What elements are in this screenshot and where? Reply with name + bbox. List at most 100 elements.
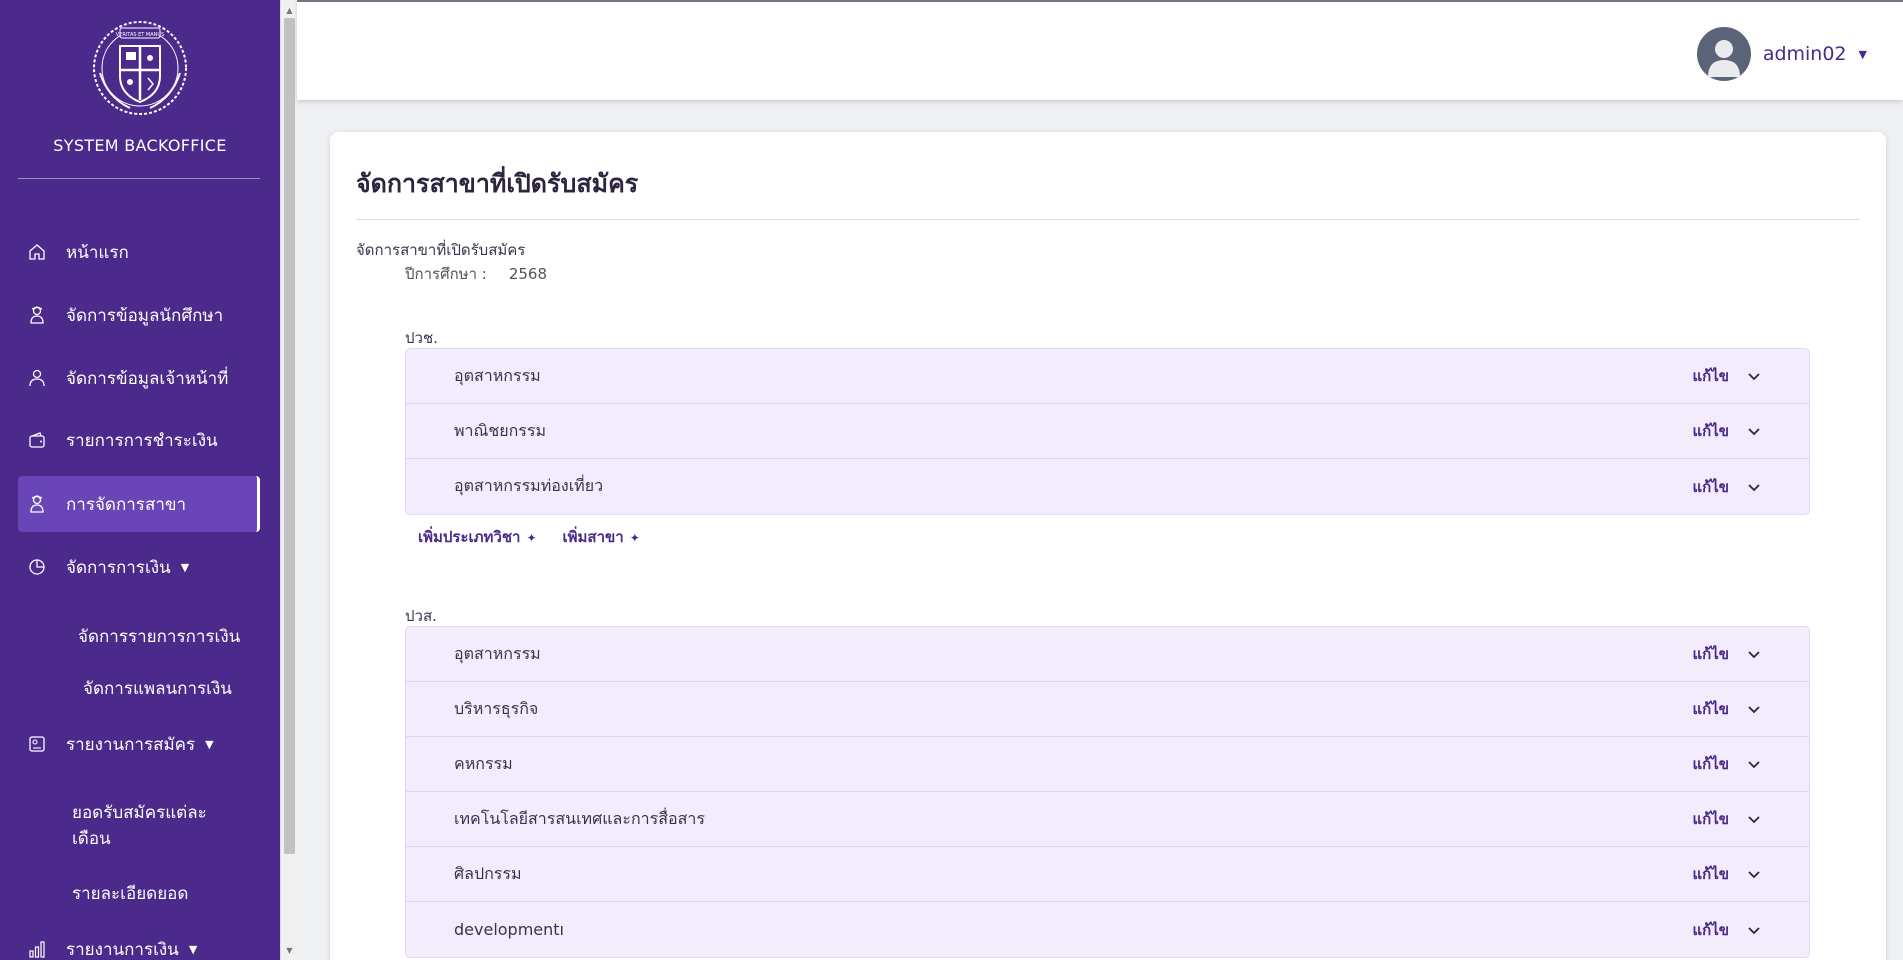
sidebar-item-label: จัดการการเงิน [66,557,171,578]
chevron-down-icon[interactable] [1747,647,1761,661]
edit-button[interactable]: แก้ไข [1692,807,1729,831]
chevron-down-icon[interactable] [1747,867,1761,881]
sidebar-subitem-monthly-applications[interactable]: ยอดรับสมัครแต่ละเดือน [72,800,232,852]
student-icon [26,304,48,326]
brand-name: SYSTEM BACKOFFICE [53,136,227,155]
sidebar-scrollbar[interactable]: ▲ ▼ [280,0,297,960]
academic-year: ปีการศึกษา : 2568 [405,262,547,286]
section-label: จัดการสาขาที่เปิดรับสมัคร [356,241,526,259]
add-branch-label: เพิ่มสาขา [562,528,624,546]
sidebar-item-branches[interactable]: การจัดการสาขา [18,476,260,532]
sidebar-item-label: รายงานการเงิน [66,939,179,960]
program-group: อุตสาหกรรม แก้ไข บริหารธุรกิจ แก้ไข คหกร… [405,626,1810,958]
program-name: บริหารธุรกิจ [454,698,539,718]
program-name: อุตสาหกรรม [454,643,541,663]
sidebar-item-finance[interactable]: จัดการการเงิน ▼ [18,541,260,593]
program-name: ศิลปกรรม [454,863,522,883]
page-title: จัดการสาขาที่เปิดรับสมัคร [356,169,639,198]
list-item[interactable]: บริหารธุรกิจ แก้ไข [406,682,1809,737]
academic-year-value: 2568 [508,265,548,283]
program-name: developmentı [454,920,564,939]
sidebar-subitem-details[interactable]: รายละเอียดยอด [72,880,188,907]
edit-button[interactable]: แก้ไข [1692,364,1729,388]
logo: VERITAS ET MANUS [0,18,280,118]
caret-down-icon: ▼ [188,942,198,956]
program-name: อุตสาหกรรม [454,365,541,385]
sidebar-item-label: หน้าแรก [66,242,129,263]
home-icon [26,241,48,263]
group-label: ปวส. [405,607,437,625]
edit-button[interactable]: แก้ไข [1692,752,1729,776]
topbar: admin02 ▼ [297,0,1903,100]
username[interactable]: admin02 [1763,43,1847,65]
list-item[interactable]: ศิลปกรรม แก้ไข [406,847,1809,902]
edit-button[interactable]: แก้ไข [1692,697,1729,721]
scroll-thumb[interactable] [284,18,295,854]
sidebar-item-staff[interactable]: จัดการข้อมูลเจ้าหน้าที่ [18,352,260,404]
divider [18,178,260,179]
chevron-down-icon[interactable] [1747,923,1761,937]
sidebar-item-label: รายงานการสมัคร [66,734,196,755]
edit-button[interactable]: แก้ไข [1692,918,1729,942]
sidebar-item-home[interactable]: หน้าแรก [18,226,260,278]
add-type-button[interactable]: เพิ่มประเภทวิชา ✦ [418,525,537,549]
chevron-down-icon[interactable] [1747,757,1761,771]
program-name: พาณิชยกรรม [454,420,547,440]
list-item[interactable]: developmentı แก้ไข [406,902,1809,957]
edit-button[interactable]: แก้ไข [1692,862,1729,886]
sidebar-item-label: จัดการข้อมูลเจ้าหน้าที่ [66,368,229,389]
sidebar-item-label: การจัดการสาขา [66,494,187,515]
crest-logo-icon: VERITAS ET MANUS [93,21,187,115]
add-links: เพิ่มประเภทวิชา ✦ เพิ่มสาขา ✦ [418,525,666,549]
sidebar-item-label: จัดการข้อมูลนักศึกษา [66,305,224,326]
chevron-down-icon[interactable] [1747,480,1761,494]
chevron-down-icon[interactable] [1747,369,1761,383]
content-card: จัดการสาขาที่เปิดรับสมัคร จัดการสาขาที่เ… [330,132,1886,960]
scroll-up-icon[interactable]: ▲ [281,2,298,18]
caret-down-icon[interactable]: ▼ [1859,48,1867,61]
sidebar-item-students[interactable]: จัดการข้อมูลนักศึกษา [18,289,260,341]
avatar[interactable] [1696,27,1751,81]
plus-icon: ✦ [526,531,537,545]
list-item[interactable]: อุตสาหกรรม แก้ไข [406,627,1809,682]
add-type-label: เพิ่มประเภทวิชา [418,528,521,546]
caret-down-icon: ▼ [205,737,214,751]
wallet-icon [26,429,48,451]
chevron-down-icon[interactable] [1747,424,1761,438]
sidebar-subitem-finance-list[interactable]: จัดการรายการการเงิน [78,623,240,650]
bar-chart-icon [26,938,48,960]
edit-button[interactable]: แก้ไข [1692,642,1729,666]
program-name: เทคโนโลยีสารสนเทศและการสื่อสาร [454,808,705,828]
sidebar-item-payments[interactable]: รายการการชำระเงิน [18,414,260,466]
sidebar-item-finance-report[interactable]: รายงานการเงิน ▼ [18,923,260,960]
chevron-down-icon[interactable] [1747,812,1761,826]
list-item[interactable]: คหกรรม แก้ไข [406,737,1809,792]
list-item[interactable]: เทคโนโลยีสารสนเทศและการสื่อสาร แก้ไข [406,792,1809,847]
sidebar-item-applications-report[interactable]: รายงานการสมัคร ▼ [18,718,260,770]
list-item[interactable]: อุตสาหกรรมท่องเที่ยว แก้ไข [406,459,1809,514]
program-name: อุตสาหกรรมท่องเที่ยว [454,476,604,495]
program-group: อุตสาหกรรม แก้ไข พาณิชยกรรม แก้ไข อุตสาห… [405,348,1810,515]
list-item[interactable]: พาณิชยกรรม แก้ไข [406,404,1809,459]
add-branch-button[interactable]: เพิ่มสาขา ✦ [563,525,640,549]
branch-icon [26,493,48,515]
plus-icon: ✦ [629,531,640,545]
academic-year-label: ปีการศึกษา : [405,265,487,283]
list-item[interactable]: อุตสาหกรรม แก้ไข [406,349,1809,404]
report-icon [26,733,48,755]
user-menu[interactable]: admin02 ▼ [1696,27,1867,81]
edit-button[interactable]: แก้ไข [1692,475,1729,499]
caret-down-icon: ▼ [180,560,190,574]
program-name: คหกรรม [454,753,513,773]
chevron-down-icon[interactable] [1747,702,1761,716]
sidebar: VERITAS ET MANUS SYSTEM BACKOFFICE หน้าแ… [0,0,280,960]
sidebar-item-label: รายการการชำระเงิน [66,430,218,451]
group-label: ปวช. [405,329,438,347]
sidebar-subitem-finance-plan[interactable]: จัดการแพลนการเงิน [83,675,232,702]
divider [356,219,1860,220]
edit-button[interactable]: แก้ไข [1692,419,1729,443]
scroll-down-icon[interactable]: ▼ [281,942,298,958]
svg-text:VERITAS ET MANUS: VERITAS ET MANUS [116,32,165,38]
user-icon [26,367,48,389]
pie-chart-icon [26,556,48,578]
